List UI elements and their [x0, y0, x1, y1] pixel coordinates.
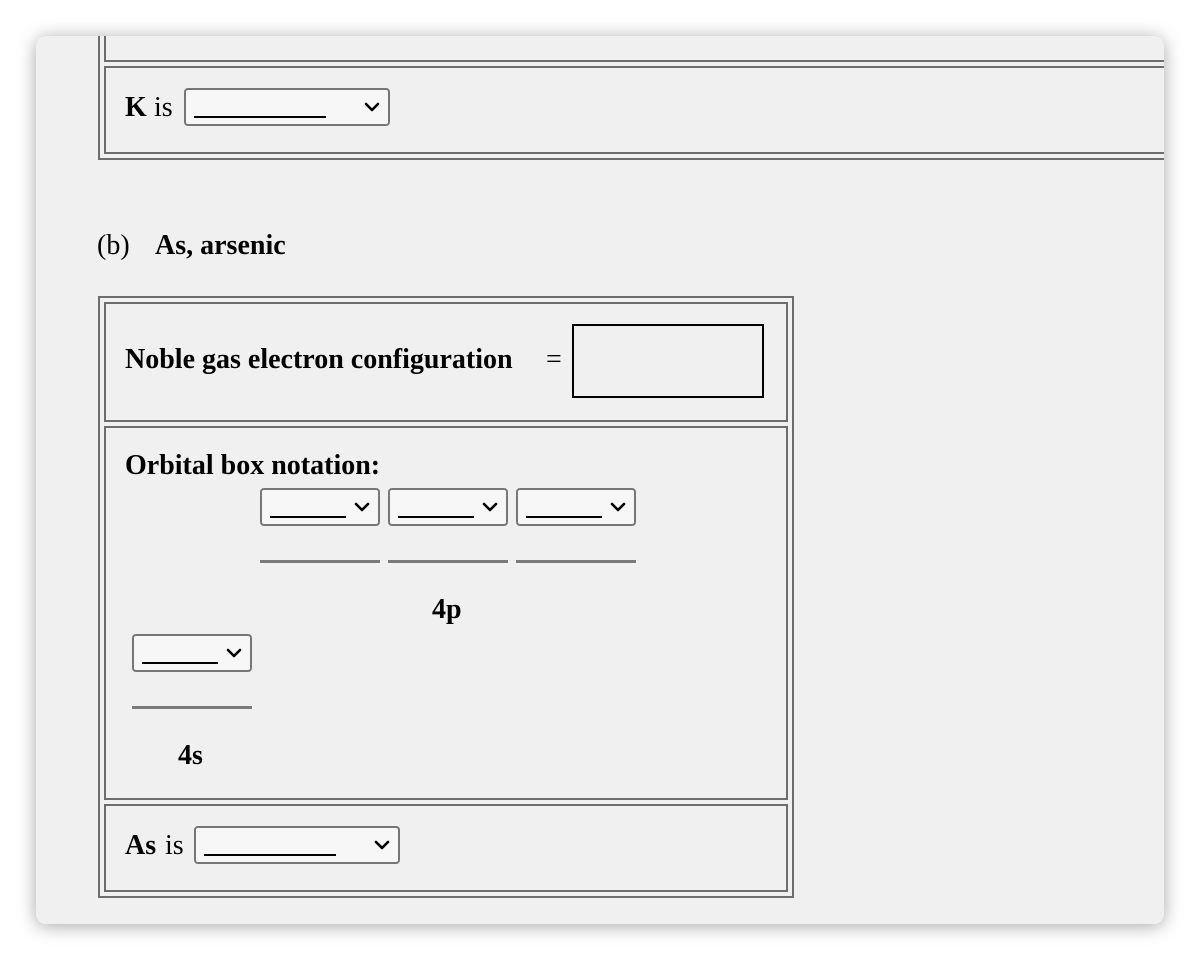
orbital-4p-1-placeholder-line [270, 516, 346, 518]
as-category-select[interactable] [194, 826, 400, 864]
orbital-4p-select-1[interactable] [260, 488, 380, 526]
orbital-4p-line-3 [516, 560, 636, 563]
as-is-text: is [165, 830, 184, 861]
orbital-4p-3-placeholder-line [526, 516, 602, 518]
orbital-4p-select-3[interactable] [516, 488, 636, 526]
part-a-upper-cell [104, 36, 1164, 62]
noble-gas-label: Noble gas electron configuration [125, 344, 513, 375]
orbital-box-label: Orbital box notation: [125, 450, 381, 481]
orbital-4s-placeholder-line [142, 662, 218, 664]
orbital-4p-line-2 [388, 560, 508, 563]
part-b-letter: (b) [97, 230, 130, 261]
chevron-down-icon [374, 840, 390, 850]
k-select-placeholder-line [194, 116, 326, 118]
noble-gas-input[interactable] [572, 324, 764, 398]
orbital-4p-select-2[interactable] [388, 488, 508, 526]
part-b-title: As, arsenic [155, 230, 286, 261]
equals-sign: = [546, 344, 562, 375]
chevron-down-icon [354, 502, 370, 512]
as-element-label: As [125, 830, 157, 861]
as-select-placeholder-line [204, 854, 336, 856]
orbital-4p-line-1 [260, 560, 380, 563]
k-is-text: is [154, 92, 173, 123]
chevron-down-icon [364, 102, 380, 112]
page-window: K is (b) As, arsenic Noble gas electron … [36, 36, 1164, 924]
chevron-down-icon [482, 502, 498, 512]
k-category-select[interactable] [184, 88, 390, 126]
k-element-label: K [125, 92, 147, 123]
chevron-down-icon [610, 502, 626, 512]
orbital-4p-label: 4p [432, 594, 462, 625]
orbital-4s-label: 4s [178, 740, 203, 771]
orbital-4s-select[interactable] [132, 634, 252, 672]
chevron-down-icon [226, 648, 242, 658]
orbital-4s-line [132, 706, 252, 709]
orbital-4p-2-placeholder-line [398, 516, 474, 518]
